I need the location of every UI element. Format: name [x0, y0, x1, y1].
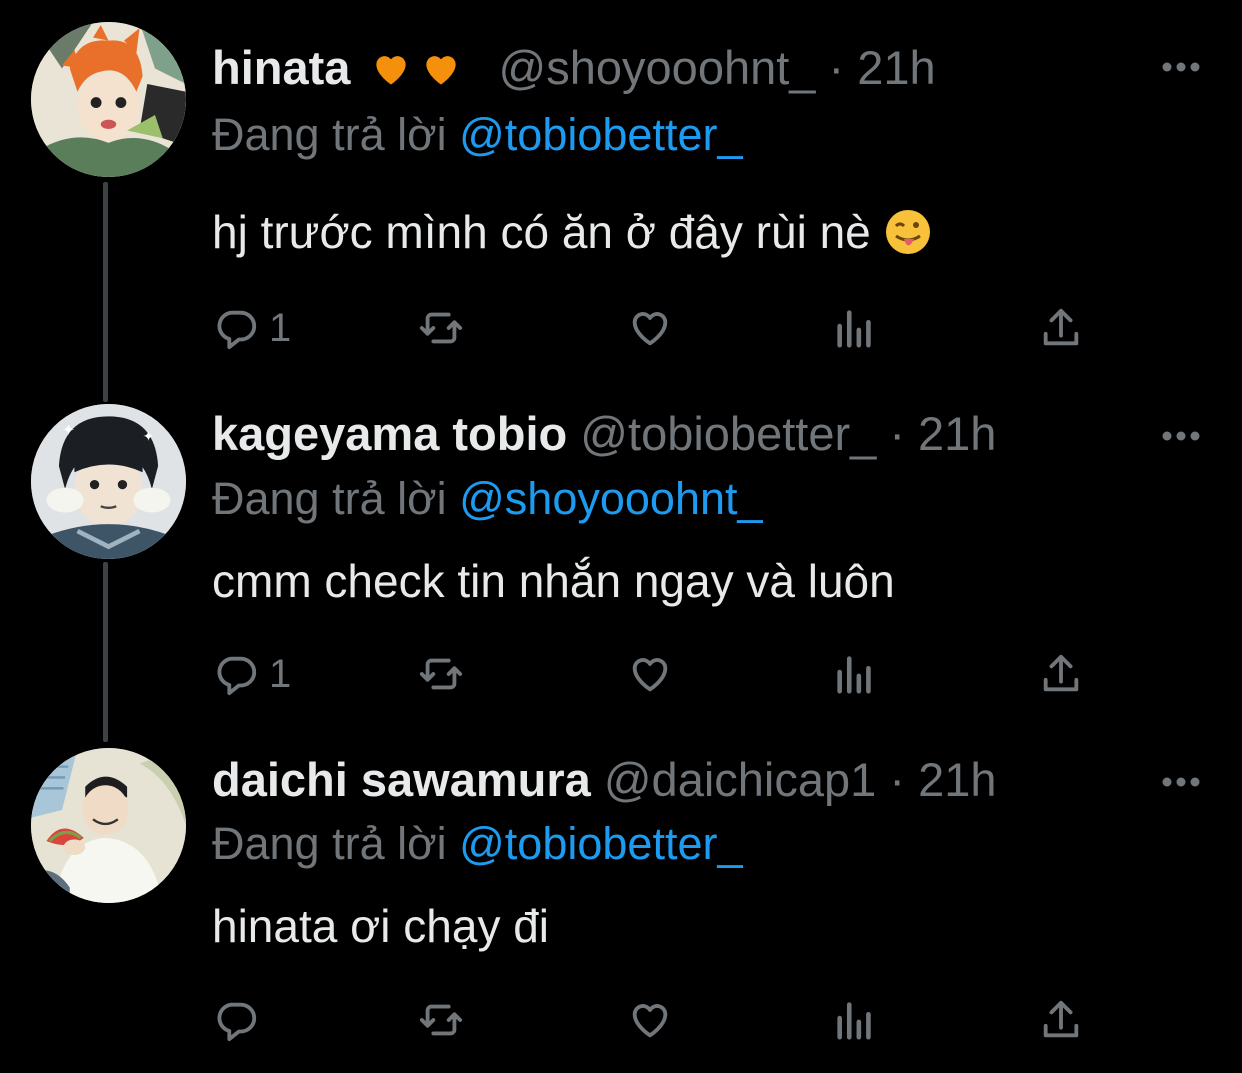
separator-dot: ·: [828, 41, 845, 94]
avatar-image: [31, 748, 186, 903]
retweet-button[interactable]: [418, 644, 464, 704]
analytics-button[interactable]: [832, 990, 878, 1050]
replying-label: Đang trả lời: [212, 109, 447, 160]
tweet[interactable]: hinata @shoyooohnt_ · 21h Đang trả lời @…: [0, 0, 1242, 372]
mention-link[interactable]: @shoyooohnt_: [459, 473, 762, 524]
orange-heart-icon: [426, 56, 457, 85]
reply-button[interactable]: 1: [213, 644, 291, 704]
timestamp[interactable]: 21h: [918, 753, 996, 806]
display-name[interactable]: hinata: [212, 41, 350, 94]
reply-icon: [217, 310, 257, 350]
tweet-header: daichi sawamura @daichicap1 · 21h: [212, 750, 996, 810]
replying-to: Đang trả lời @tobiobetter_: [212, 816, 742, 872]
reply-button[interactable]: [213, 990, 259, 1050]
separator-dot: ·: [889, 753, 905, 806]
tweet-text-content: hj trước mình có ăn ở đây rùi nè: [212, 206, 871, 258]
analytics-icon: [837, 656, 871, 694]
retweet-icon: [419, 658, 463, 690]
more-options-icon[interactable]: [1158, 772, 1204, 792]
like-icon: [632, 312, 668, 346]
tweet-text: hinata ơi chạy đi: [212, 896, 549, 956]
retweet-button[interactable]: [418, 990, 464, 1050]
mention-link[interactable]: @tobiobetter_: [459, 818, 742, 869]
tweet-header: hinata @shoyooohnt_ · 21h: [212, 38, 936, 98]
user-handle[interactable]: @shoyooohnt_: [499, 41, 816, 94]
orange-heart-icon: [376, 56, 407, 85]
timestamp[interactable]: 21h: [918, 407, 996, 460]
svg-text:✦: ✦: [143, 429, 155, 445]
share-icon: [1043, 654, 1079, 692]
share-icon: [1043, 308, 1079, 346]
display-name[interactable]: daichi sawamura: [212, 753, 591, 806]
reply-count: 1: [269, 305, 292, 350]
reply-icon: [217, 1002, 257, 1042]
tweet-text: cmm check tin nhắn ngay và luôn: [212, 551, 895, 611]
retweet-button[interactable]: [418, 298, 464, 358]
analytics-icon: [837, 310, 871, 348]
avatar-image: [31, 22, 186, 177]
display-name[interactable]: kageyama tobio: [212, 407, 567, 460]
share-button[interactable]: [1038, 990, 1084, 1050]
like-icon: [632, 1004, 668, 1038]
mention-link[interactable]: @tobiobetter_: [459, 109, 742, 160]
tongue-out-emoji: [885, 210, 930, 254]
reply-button[interactable]: 1: [213, 298, 291, 358]
more-options-icon[interactable]: [1158, 57, 1204, 77]
svg-text:✦: ✦: [62, 421, 75, 439]
tweet[interactable]: ✦ ✦ kageyama tobio @tobiobetter_ · 21h Đ…: [0, 380, 1242, 720]
analytics-icon: [837, 1002, 871, 1040]
analytics-button[interactable]: [832, 298, 878, 358]
like-button[interactable]: [627, 990, 673, 1050]
separator-dot: ·: [889, 407, 905, 460]
tweet[interactable]: daichi sawamura @daichicap1 · 21h Đang t…: [0, 728, 1242, 1068]
user-handle[interactable]: @tobiobetter_: [580, 407, 876, 460]
replying-to: Đang trả lời @shoyooohnt_: [212, 471, 763, 527]
avatar[interactable]: [31, 22, 186, 177]
share-icon: [1043, 1000, 1079, 1038]
analytics-button[interactable]: [832, 644, 878, 704]
timestamp[interactable]: 21h: [857, 41, 935, 94]
replying-to: Đang trả lời @tobiobetter_: [212, 107, 742, 163]
action-bar: [0, 990, 1242, 1050]
tweet-text: hj trước mình có ăn ở đây rùi nè: [212, 202, 932, 262]
more-options-icon[interactable]: [1158, 426, 1204, 446]
tweet-text-content: cmm check tin nhắn ngay và luôn: [212, 555, 895, 607]
tweet-text-content: hinata ơi chạy đi: [212, 900, 550, 952]
user-handle[interactable]: @daichicap1: [604, 753, 876, 806]
share-button[interactable]: [1038, 644, 1084, 704]
action-bar: 1: [0, 644, 1242, 704]
action-bar: 1: [0, 298, 1242, 358]
avatar[interactable]: [31, 748, 186, 903]
like-icon: [632, 658, 668, 692]
replying-label: Đang trả lời: [212, 473, 447, 524]
avatar[interactable]: ✦ ✦: [31, 404, 186, 559]
reply-icon: [217, 656, 257, 696]
replying-label: Đang trả lời: [212, 818, 447, 869]
like-button[interactable]: [627, 298, 673, 358]
retweet-icon: [419, 312, 463, 344]
reply-count: 1: [269, 651, 292, 696]
share-button[interactable]: [1038, 298, 1084, 358]
retweet-icon: [419, 1004, 463, 1036]
tweet-header: kageyama tobio @tobiobetter_ · 21h: [212, 404, 996, 464]
avatar-image: ✦ ✦: [31, 404, 186, 559]
like-button[interactable]: [627, 644, 673, 704]
